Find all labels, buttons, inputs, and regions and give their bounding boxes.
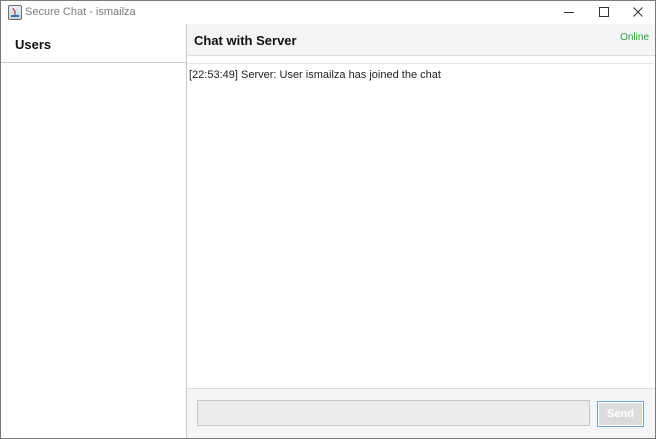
close-icon (633, 7, 643, 17)
title-bar[interactable]: Secure Chat - ismailza (1, 1, 655, 24)
minimize-icon (564, 12, 574, 13)
send-button[interactable]: Send (597, 401, 644, 427)
composer-bar: Send (187, 388, 655, 438)
chat-message: [22:53:49] Server: User ismailza has joi… (189, 69, 441, 81)
message-area[interactable]: [22:53:49] Server: User ismailza has joi… (187, 63, 654, 388)
maximize-button[interactable] (587, 1, 621, 24)
minimize-button[interactable] (552, 1, 586, 24)
chat-title: Chat with Server (194, 33, 297, 48)
message-input[interactable] (197, 400, 590, 426)
users-header: Users (1, 24, 186, 63)
status-badge: Online (620, 32, 649, 43)
users-title: Users (15, 37, 52, 52)
close-button[interactable] (621, 1, 655, 24)
chat-window: Secure Chat - ismailza Users Chat with S… (0, 0, 656, 439)
user-list[interactable] (1, 63, 186, 438)
maximize-icon (599, 7, 609, 17)
users-panel: Users (1, 24, 187, 438)
window-title: Secure Chat - ismailza (25, 6, 136, 18)
app-icon (8, 5, 22, 20)
chat-header: Chat with Server Online (187, 24, 655, 56)
